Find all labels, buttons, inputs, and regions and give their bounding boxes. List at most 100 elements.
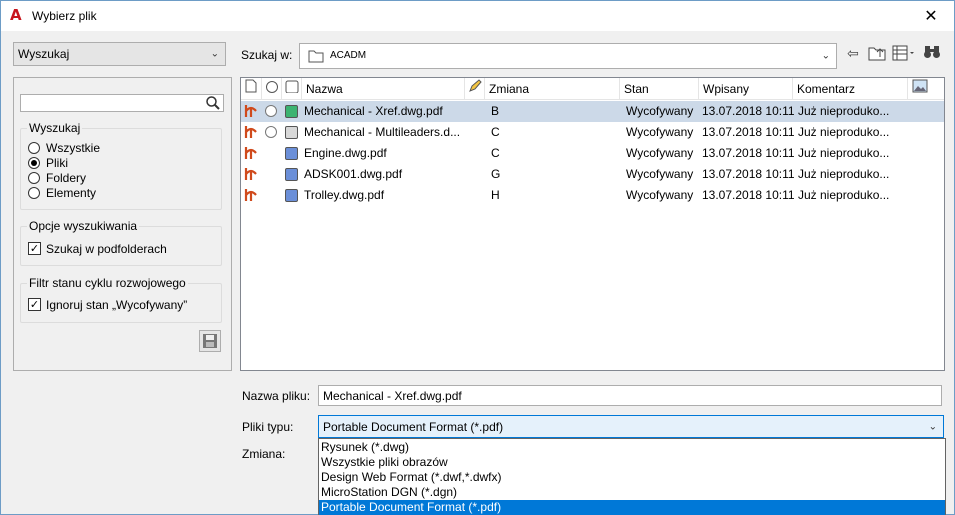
- cell-state: Wycofywany: [626, 167, 694, 181]
- cell-name: Engine.dwg.pdf: [304, 146, 387, 160]
- radio-items-label: Elementy: [46, 186, 97, 200]
- ignore-state-label: Ignoruj stan „Wycofywany”: [46, 298, 188, 312]
- filename-label: Nazwa pliku:: [242, 389, 311, 403]
- binoculars-icon[interactable]: [923, 44, 941, 64]
- ignore-state-checkbox[interactable]: ✓: [28, 298, 41, 311]
- filetype-option[interactable]: Rysunek (*.dwg): [319, 440, 945, 455]
- header-checked-in[interactable]: Wpisany: [699, 78, 793, 100]
- search-input[interactable]: [20, 94, 224, 112]
- cell-state: Wycofywany: [626, 146, 694, 160]
- folder-icon: [308, 49, 324, 66]
- cell-comment: Już nieproduko...: [798, 125, 890, 139]
- header-name[interactable]: Nazwa: [302, 78, 465, 100]
- search-mode-select[interactable]: Wyszukaj ⌄: [13, 42, 226, 66]
- header-status-icon[interactable]: [282, 78, 302, 100]
- search-options-title: Opcje wyszukiwania: [27, 219, 140, 233]
- radio-files[interactable]: [28, 157, 40, 169]
- close-button[interactable]: ✕: [908, 1, 954, 31]
- radio-folders-label: Foldery: [46, 171, 87, 185]
- radio-folders[interactable]: [28, 172, 40, 184]
- status-color-icon: [285, 168, 298, 181]
- chevron-down-icon: ⌄: [821, 50, 830, 62]
- table-row[interactable]: Mechanical - Multileaders.d... C Wycofywan…: [241, 122, 944, 143]
- cell-comment: Już nieproduko...: [798, 104, 890, 118]
- table-row[interactable]: Engine.dwg.pdf C Wycofywany 13.07.2018 10:1…: [241, 143, 944, 164]
- cell-date: 13.07.2018 10:11: [702, 125, 795, 139]
- status-color-icon: [285, 147, 298, 160]
- cell-rev: G: [491, 167, 501, 181]
- autocad-a-icon: A: [10, 6, 22, 24]
- header-file-icon[interactable]: [241, 78, 262, 100]
- filetype-label: Pliki typu:: [242, 420, 294, 434]
- cell-state: Wycofywany: [626, 125, 694, 139]
- filetype-select[interactable]: Portable Document Format (*.pdf) ⌄: [318, 415, 944, 438]
- cell-date: 13.07.2018 10:11: [702, 188, 795, 202]
- chevron-down-icon: ⌄: [210, 48, 219, 60]
- filetype-option[interactable]: MicroStation DGN (*.dgn): [319, 485, 945, 500]
- status-color-icon: [285, 126, 298, 139]
- cell-rev: C: [491, 125, 500, 139]
- view-menu-icon[interactable]: [892, 45, 916, 65]
- header-thumbnail-icon[interactable]: [908, 78, 944, 100]
- cell-comment: Już nieproduko...: [798, 146, 890, 160]
- scope-group: Wyszukaj Wszystkie Pliki Foldery Element…: [20, 121, 222, 210]
- look-in-select[interactable]: ACADM ⌄: [299, 43, 837, 69]
- filetype-option[interactable]: Wszystkie pliki obrazów: [319, 455, 945, 470]
- pdf-file-icon: [244, 103, 258, 119]
- search-mode-value: Wyszukaj: [18, 47, 70, 61]
- cell-date: 13.07.2018 10:11: [702, 167, 795, 181]
- cell-name: ADSK001.dwg.pdf: [304, 167, 403, 181]
- look-in-value: ACADM: [330, 50, 367, 61]
- subfolders-checkbox[interactable]: ✓: [28, 242, 41, 255]
- look-in-label: Szukaj w:: [241, 48, 293, 62]
- cell-date: 13.07.2018 10:11: [702, 104, 795, 118]
- up-folder-icon[interactable]: [868, 45, 886, 65]
- subfolders-label: Szukaj w podfolderach: [46, 242, 167, 256]
- lifecycle-filter-title: Filtr stanu cyklu rozwojowego: [27, 276, 188, 290]
- save-icon[interactable]: [199, 330, 221, 352]
- filetype-option[interactable]: Portable Document Format (*.pdf): [319, 500, 945, 515]
- pdf-file-icon: [244, 166, 258, 182]
- filetype-dropdown-list: Rysunek (*.dwg) Wszystkie pliki obrazów De…: [318, 438, 946, 515]
- cell-rev: H: [491, 188, 500, 202]
- header-pencil-icon[interactable]: [465, 78, 485, 100]
- search-panel: Wyszukaj Wszystkie Pliki Foldery Element…: [13, 77, 232, 371]
- back-arrow-icon[interactable]: ⇦: [847, 46, 859, 62]
- cell-state: Wycofywany: [626, 104, 694, 118]
- lock-state-icon: [265, 126, 277, 138]
- status-color-icon: [285, 105, 298, 118]
- chevron-down-icon: ⌄: [928, 421, 937, 432]
- table-row[interactable]: Mechanical - Xref.dwg.pdf B Wycofywany 13.0…: [241, 101, 944, 122]
- lifecycle-filter-group: Filtr stanu cyklu rozwojowego ✓ Ignoruj …: [20, 276, 222, 323]
- lock-state-icon: [265, 105, 277, 117]
- header-state[interactable]: Stan: [620, 78, 699, 100]
- pdf-file-icon: [244, 124, 258, 140]
- pdf-file-icon: [244, 145, 258, 161]
- file-list[interactable]: Nazwa Zmiana Stan Wpisany Komentarz Mech…: [240, 77, 945, 371]
- dialog-window: A Wybierz plik ✕ Wyszukaj ⌄ Wyszukaj Wsz…: [0, 0, 955, 515]
- table-row[interactable]: ADSK001.dwg.pdf G Wycofywany 13.07.2018 10:…: [241, 164, 944, 185]
- radio-items[interactable]: [28, 187, 40, 199]
- header-ring-icon[interactable]: [262, 78, 282, 100]
- table-row[interactable]: Trolley.dwg.pdf H Wycofywany 13.07.2018 10:…: [241, 185, 944, 206]
- radio-all-label: Wszystkie: [46, 141, 100, 155]
- radio-all[interactable]: [28, 142, 40, 154]
- cell-rev: B: [491, 104, 500, 118]
- pdf-file-icon: [244, 187, 258, 203]
- header-revision[interactable]: Zmiana: [485, 78, 620, 100]
- cell-rev: C: [491, 146, 500, 160]
- cell-comment: Już nieproduko...: [798, 188, 890, 202]
- cell-name: Mechanical - Xref.dwg.pdf: [304, 104, 443, 118]
- filename-value: Mechanical - Xref.dwg.pdf: [323, 389, 462, 403]
- cell-comment: Już nieproduko...: [798, 167, 890, 181]
- cell-state: Wycofywany: [626, 188, 694, 202]
- header-comment[interactable]: Komentarz: [793, 78, 908, 100]
- revision-label: Zmiana:: [242, 447, 286, 461]
- search-icon[interactable]: [205, 95, 221, 111]
- filename-input[interactable]: Mechanical - Xref.dwg.pdf: [318, 385, 942, 406]
- status-color-icon: [285, 189, 298, 202]
- cell-name: Trolley.dwg.pdf: [304, 188, 385, 202]
- filetype-option[interactable]: Design Web Format (*.dwf,*.dwfx): [319, 470, 945, 485]
- search-options-group: Opcje wyszukiwania ✓ Szukaj w podfoldera…: [20, 219, 222, 266]
- cell-name: Mechanical - Multileaders.d...: [304, 125, 461, 139]
